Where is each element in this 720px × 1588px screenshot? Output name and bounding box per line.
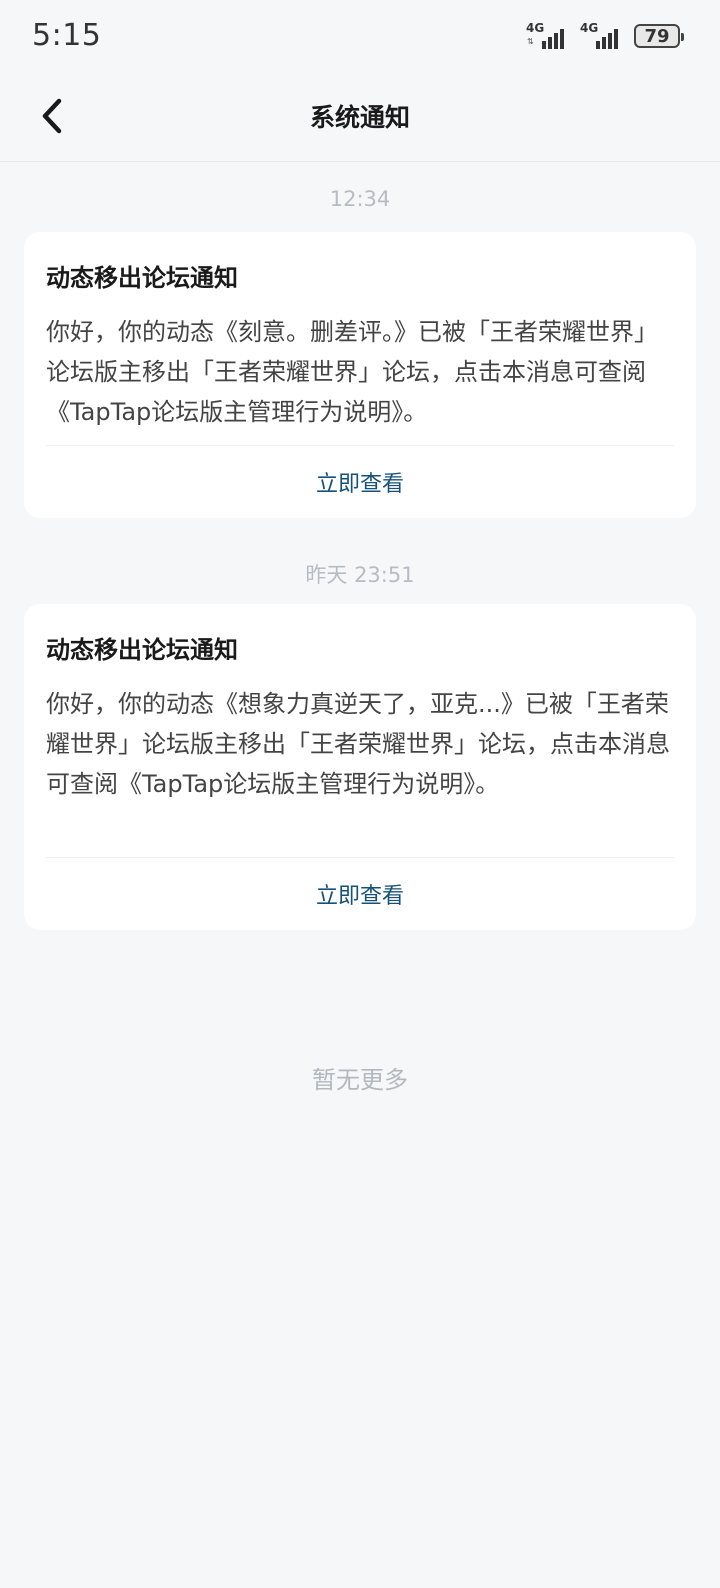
notification-timestamp: 12:34 [329,187,391,211]
view-now-button[interactable]: 立即查看 [24,878,696,910]
notification-card[interactable]: 动态移出论坛通知 你好，你的动态《想象力真逆天了，亚克...》已被「王者荣耀世界… [24,604,696,930]
battery-icon: 79 [634,24,684,48]
signal-icon: 4G [580,21,624,49]
notification-title: 动态移出论坛通知 [46,636,238,664]
notification-body: 你好，你的动态《想象力真逆天了，亚克...》已被「王者荣耀世界」论坛版主移出「王… [46,690,670,798]
signal-icon: 4G ⇅ [526,21,570,49]
notification-card[interactable]: 动态移出论坛通知 你好，你的动态《刻意。删差评。》已被「王者荣耀世界」论坛版主移… [24,232,696,518]
no-more-label: 暂无更多 [312,1066,408,1094]
notification-title: 动态移出论坛通知 [46,264,238,292]
notification-body: 你好，你的动态《刻意。删差评。》已被「王者荣耀世界」论坛版主移出「王者荣耀世界」… [46,318,658,426]
data-arrows-icon: ⇅ [527,37,534,46]
nav-bar: 系统通知 [0,72,720,162]
card-divider [46,445,674,446]
view-now-button[interactable]: 立即查看 [24,466,696,498]
battery-level: 79 [644,25,670,47]
notification-timestamp: 昨天 23:51 [305,563,415,587]
card-divider [46,857,674,858]
page-title: 系统通知 [309,103,410,132]
status-icons: 4G ⇅ 4G 79 [526,21,684,50]
status-time: 5:15 [32,18,102,53]
status-bar: 5:15 4G ⇅ 4G 79 [0,0,720,72]
